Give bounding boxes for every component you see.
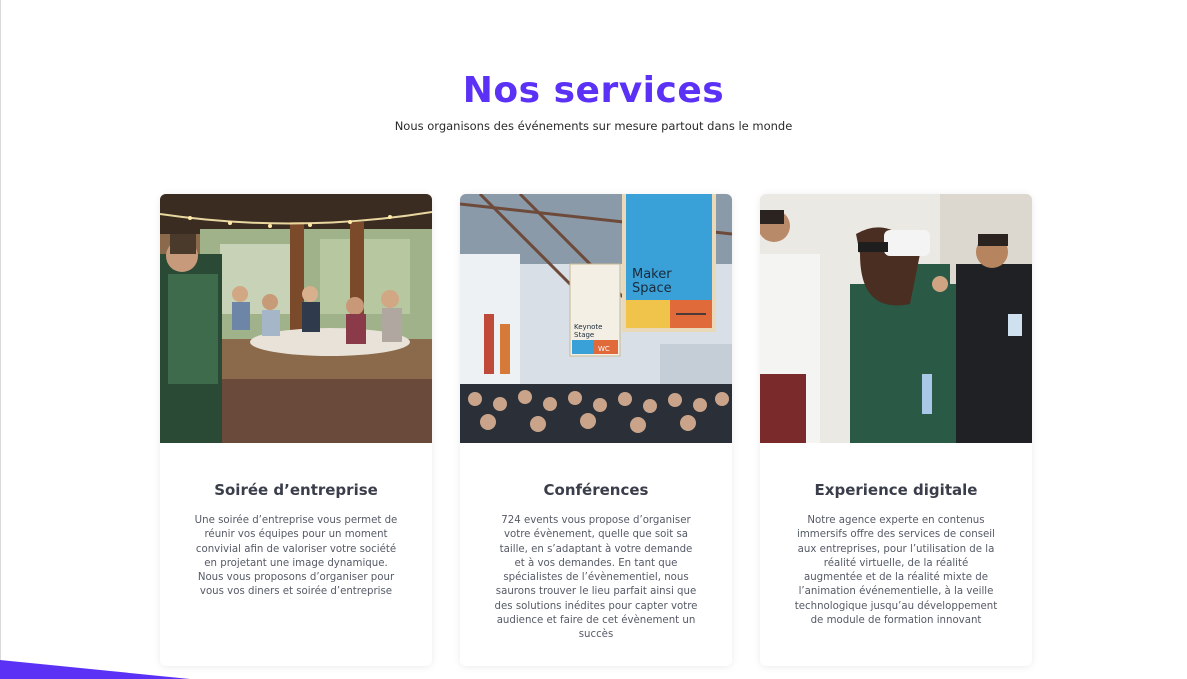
conference-hall-photo: Maker Space Keynote Stage WC [460, 194, 732, 443]
svg-text:Space: Space [632, 281, 672, 296]
decorative-wedge [0, 660, 190, 679]
page-title: Nos services [462, 70, 725, 111]
restaurant-party-photo [160, 194, 432, 443]
svg-text:Stage: Stage [574, 331, 594, 339]
page-subtitle: Nous organisons des événements sur mesur… [394, 119, 793, 133]
vr-headset-photo [760, 194, 1032, 443]
service-description: 724 events vous propose d’organiser votr… [494, 515, 698, 641]
service-card-conferences[interactable]: Maker Space Keynote Stage WC Conférences… [460, 194, 732, 666]
service-title: Soirée d’entreprise [214, 481, 378, 499]
svg-text:WC: WC [598, 345, 610, 353]
service-card-soiree[interactable]: Soirée d’entreprise Une soirée d’entrepr… [160, 194, 432, 666]
services-page: Nos services Nous organisons des événeme… [0, 0, 1187, 679]
svg-text:Keynote: Keynote [574, 323, 602, 331]
service-description: Une soirée d’entreprise vous permet de r… [194, 515, 398, 598]
service-description: Notre agence experte en contenus immersi… [794, 515, 998, 627]
svg-text:Maker: Maker [632, 267, 672, 282]
service-title: Experience digitale [814, 481, 978, 499]
service-card-experience-digitale[interactable]: Experience digitale Notre agence experte… [760, 194, 1032, 666]
service-title: Conférences [543, 481, 649, 499]
